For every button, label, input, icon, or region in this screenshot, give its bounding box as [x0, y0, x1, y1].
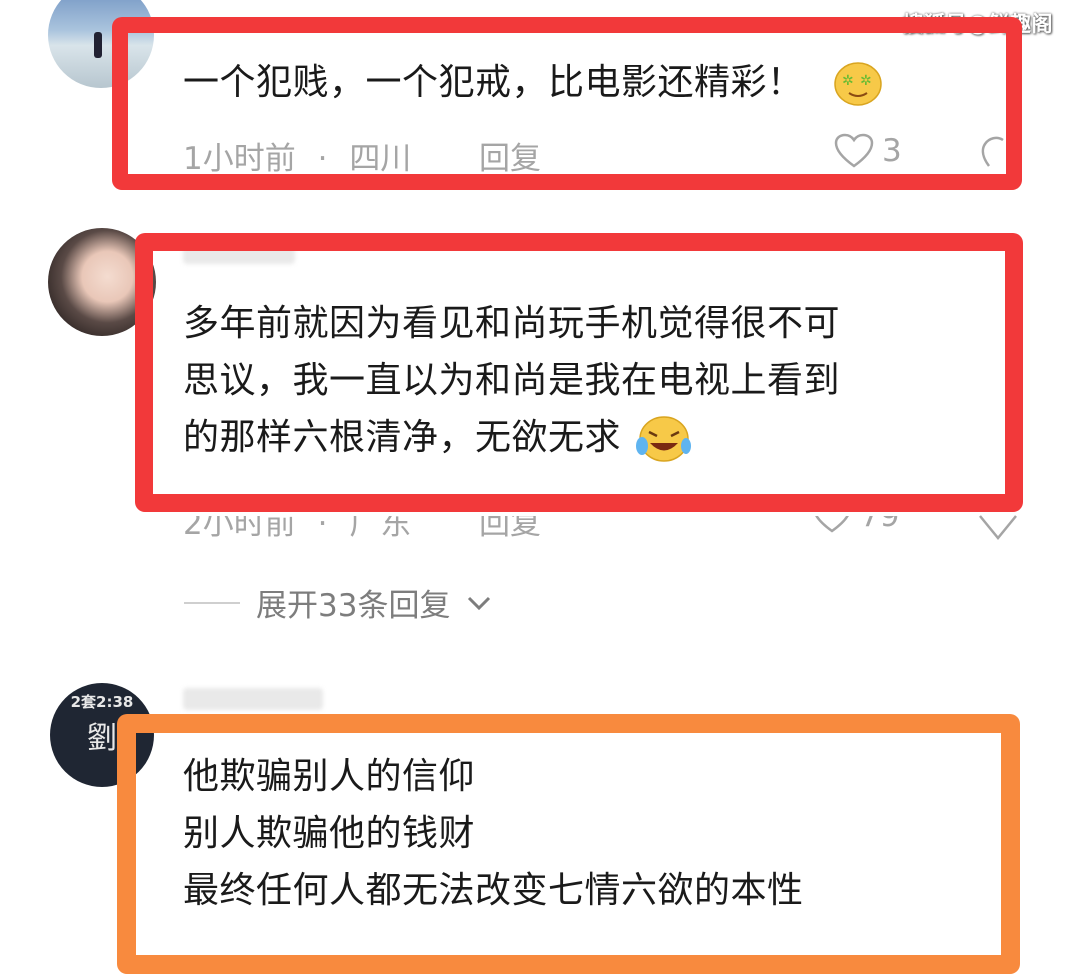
like-count: 79 [860, 498, 900, 534]
reply-button[interactable]: 回复 [479, 516, 541, 542]
comment-line: 思议，我一直以为和尚是我在电视上看到 [183, 360, 841, 401]
username-blurred[interactable] [183, 242, 295, 264]
comment-line: 的那样六根清净，无欲无求 [183, 417, 622, 458]
comment-text-2: 多年前就因为看见和尚玩手机觉得很不可 思议，我一直以为和尚是我在电视上看到 的那… [183, 295, 840, 466]
laughing-tears-emoji-icon [635, 416, 691, 462]
meta-separator: · [317, 506, 328, 542]
dislike-icon[interactable] [975, 136, 1005, 172]
username-blurred[interactable] [183, 688, 323, 710]
watermark: 搜狐号@鲜趣阁 [902, 12, 1053, 36]
avatar[interactable] [48, 0, 154, 88]
comment-line-last: 的那样六根清净，无欲无求 [183, 409, 840, 466]
comment-line: 他欺骗别人的信仰 [183, 756, 476, 797]
comment-line: 最终任何人都无法改变七情六欲的本性 [183, 870, 804, 911]
svg-text:✲: ✲ [842, 73, 854, 89]
expand-replies-button[interactable]: 展开33条回复 [184, 580, 492, 625]
comment-location: 广东 [349, 506, 412, 542]
like-button[interactable]: 3 [834, 133, 902, 169]
avatar-char: 劉 [87, 721, 117, 756]
divider-line [184, 601, 240, 604]
meta-separator: · [317, 141, 328, 177]
comment-text: 一个犯贱，一个犯戒，比电影还精彩！ [183, 62, 804, 103]
like-count: 3 [882, 133, 902, 169]
comment-line: 别人欺骗他的钱财 [183, 813, 476, 854]
svg-text:✲: ✲ [860, 73, 872, 89]
comment-text-3: 他欺骗别人的信仰 别人欺骗他的钱财 最终任何人都无法改变七情六欲的本性 [183, 748, 804, 919]
comment-text-1: 一个犯贱，一个犯戒，比电影还精彩！ ✲ ✲ [183, 54, 883, 111]
dizzy-face-emoji-icon: ✲ ✲ [834, 62, 883, 106]
avatar-text: 2套2:38 [70, 693, 134, 711]
avatar[interactable] [48, 228, 156, 336]
comment-time: 1小时前 [183, 141, 296, 177]
comment-time: 2小时前 [183, 506, 296, 542]
dislike-icon[interactable] [978, 510, 1018, 540]
comment-location: 四川 [349, 141, 412, 177]
heart-icon [834, 133, 874, 168]
reply-button[interactable]: 回复 [479, 141, 541, 177]
heart-icon [814, 516, 850, 533]
comment-line: 多年前就因为看见和尚玩手机觉得很不可 [183, 303, 841, 344]
avatar[interactable]: 2套2:38 劉 [50, 683, 154, 787]
comment-meta-1: 1小时前 · 四川 回复 [183, 133, 541, 178]
expand-label: 展开33条回复 [256, 588, 451, 624]
comment-meta-2: 2小时前 · 广东 回复 [183, 506, 541, 543]
avatar-figure [94, 32, 102, 58]
like-button[interactable]: 79 [812, 498, 900, 534]
chevron-down-icon [468, 596, 491, 610]
